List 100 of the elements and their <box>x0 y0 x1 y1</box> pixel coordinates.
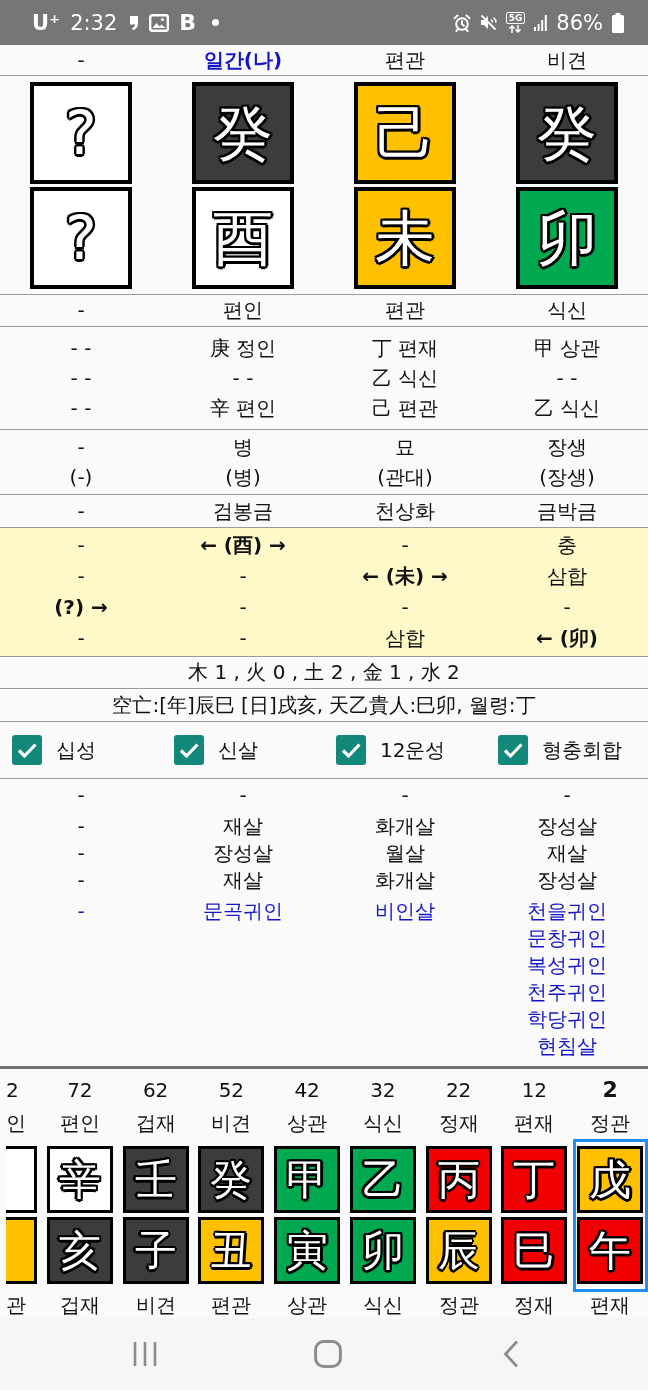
toggle-label[interactable]: 신살 <box>218 736 258 764</box>
spirit-text: 비인살 <box>375 898 435 925</box>
branch-tile[interactable]: 子 <box>122 1217 189 1284</box>
stem-tile[interactable] <box>6 1146 37 1213</box>
age-label[interactable]: 2 <box>602 1073 618 1107</box>
ten-god-label: 정관 <box>590 1110 631 1137</box>
age-label[interactable]: 42 <box>294 1073 320 1107</box>
interaction-text: - <box>401 594 409 621</box>
battery-label: 86% <box>556 10 603 35</box>
ten-god-label: 편인 <box>222 297 264 324</box>
spirit-text: - <box>77 813 85 840</box>
spirit-text: 화개살 <box>375 867 435 894</box>
checkbox[interactable] <box>336 735 366 765</box>
spirit-text: 천주귀인 <box>527 979 607 1006</box>
branch-tile: ? <box>30 187 132 289</box>
stem-tile[interactable]: 丁 <box>501 1146 568 1213</box>
ten-god-label: 식신 <box>362 1110 403 1137</box>
interaction-text: - <box>239 594 247 621</box>
spirit-text: 장성살 <box>537 867 597 894</box>
spirit-text: - <box>77 840 85 867</box>
life-stage-text: 병 <box>233 434 253 461</box>
stem-tile[interactable]: 壬 <box>122 1146 189 1213</box>
spirit-text: 월살 <box>385 840 425 867</box>
age-label[interactable]: 22 <box>445 1073 472 1107</box>
spirit-text: - <box>77 898 85 925</box>
stem-tile[interactable]: 辛 <box>46 1146 113 1213</box>
back-icon[interactable] <box>503 1340 519 1368</box>
life-stage-text: - <box>77 434 85 461</box>
ten-god-label: 겁재 <box>59 1292 100 1318</box>
interaction-text: 삼합 <box>385 625 425 652</box>
stem-tile[interactable]: 癸 <box>198 1146 265 1213</box>
spirit-text: 학당귀인 <box>527 1006 607 1033</box>
interaction-text: - <box>239 625 247 652</box>
interaction-text: - <box>77 563 85 590</box>
branch-tile[interactable]: 亥 <box>46 1217 113 1284</box>
ten-god-label: 식신 <box>362 1292 403 1318</box>
interaction-text: 충 <box>557 532 577 559</box>
age-label[interactable]: 32 <box>370 1073 396 1107</box>
stem-tile[interactable]: 丙 <box>425 1146 492 1213</box>
checkbox[interactable] <box>12 735 42 765</box>
life-stage-text: 장생 <box>547 434 587 461</box>
column-header: 일간(나) <box>202 47 284 74</box>
spirit-text: 문창귀인 <box>527 925 607 952</box>
spirit-text: 재살 <box>547 840 587 867</box>
age-label[interactable]: 72 <box>67 1073 93 1107</box>
interaction-text: - <box>563 594 571 621</box>
stem-tile: 己 <box>354 82 456 184</box>
interaction-text: 삼합 <box>547 563 587 590</box>
ten-god-label: - <box>76 297 86 324</box>
toggle-label[interactable]: 십성 <box>56 736 96 764</box>
data-arrows-icon <box>508 25 523 33</box>
battery-icon <box>612 12 624 33</box>
life-stage-alt-text: (병) <box>225 464 261 491</box>
nayin-text: 천상화 <box>374 498 436 525</box>
ten-god-label: 식신 <box>546 297 588 324</box>
hidden-stem-text: 辛 편인 <box>209 395 277 422</box>
toggle-label[interactable]: 12운성 <box>380 736 446 764</box>
signal-icon <box>534 14 548 31</box>
hidden-stem-text: - - <box>70 395 92 422</box>
hidden-stem-text: - - <box>70 335 92 362</box>
branch-tile: 卯 <box>516 187 618 289</box>
image-icon <box>149 13 170 32</box>
stem-tile: ? <box>30 82 132 184</box>
spirit-text: - <box>239 782 247 809</box>
spirit-text: 화개살 <box>375 813 435 840</box>
branch-tile[interactable] <box>6 1217 37 1284</box>
ten-god-label: 편재 <box>514 1110 555 1137</box>
interaction-text: - <box>77 625 85 652</box>
interaction-text: - <box>77 532 85 559</box>
nayin-text: - <box>76 498 86 525</box>
ten-god-label: 상관 <box>287 1292 328 1318</box>
stem-tile: 癸 <box>192 82 294 184</box>
nayin-text: 검봉금 <box>212 498 274 525</box>
ten-god-label: 정재 <box>514 1292 555 1318</box>
checkbox[interactable] <box>174 735 204 765</box>
app-letter-icon: B <box>179 11 197 34</box>
hidden-stem-text: - - <box>556 365 578 392</box>
age-label[interactable]: 52 <box>218 1073 245 1107</box>
toggle-label[interactable]: 형충회합 <box>542 736 622 764</box>
age-label[interactable]: 2 <box>6 1073 19 1107</box>
hidden-stem-text: - - <box>70 365 92 392</box>
interaction-text: - <box>401 532 409 559</box>
spirit-text: 재살 <box>223 813 263 840</box>
mute-icon <box>479 14 497 31</box>
ten-god-label: 편인 <box>59 1110 100 1137</box>
home-icon[interactable] <box>314 1340 342 1368</box>
ten-god-label: 인 <box>6 1110 26 1137</box>
age-label[interactable]: 62 <box>142 1073 169 1107</box>
stem-tile: 癸 <box>516 82 618 184</box>
checkbox[interactable] <box>498 735 528 765</box>
hidden-stem-text: 丁 편재 <box>371 335 439 362</box>
interaction-text: - <box>239 563 247 590</box>
life-stage-alt-text: (관대) <box>377 464 433 491</box>
spirit-text: 장성살 <box>537 813 597 840</box>
spirit-text: - <box>77 782 85 809</box>
branch-tile[interactable]: 巳 <box>501 1217 568 1284</box>
age-label[interactable]: 12 <box>521 1073 548 1107</box>
recent-apps-icon[interactable] <box>133 1341 157 1367</box>
hidden-stem-text: 庚 정인 <box>209 335 277 362</box>
branch-tile[interactable]: 午 <box>577 1217 644 1284</box>
